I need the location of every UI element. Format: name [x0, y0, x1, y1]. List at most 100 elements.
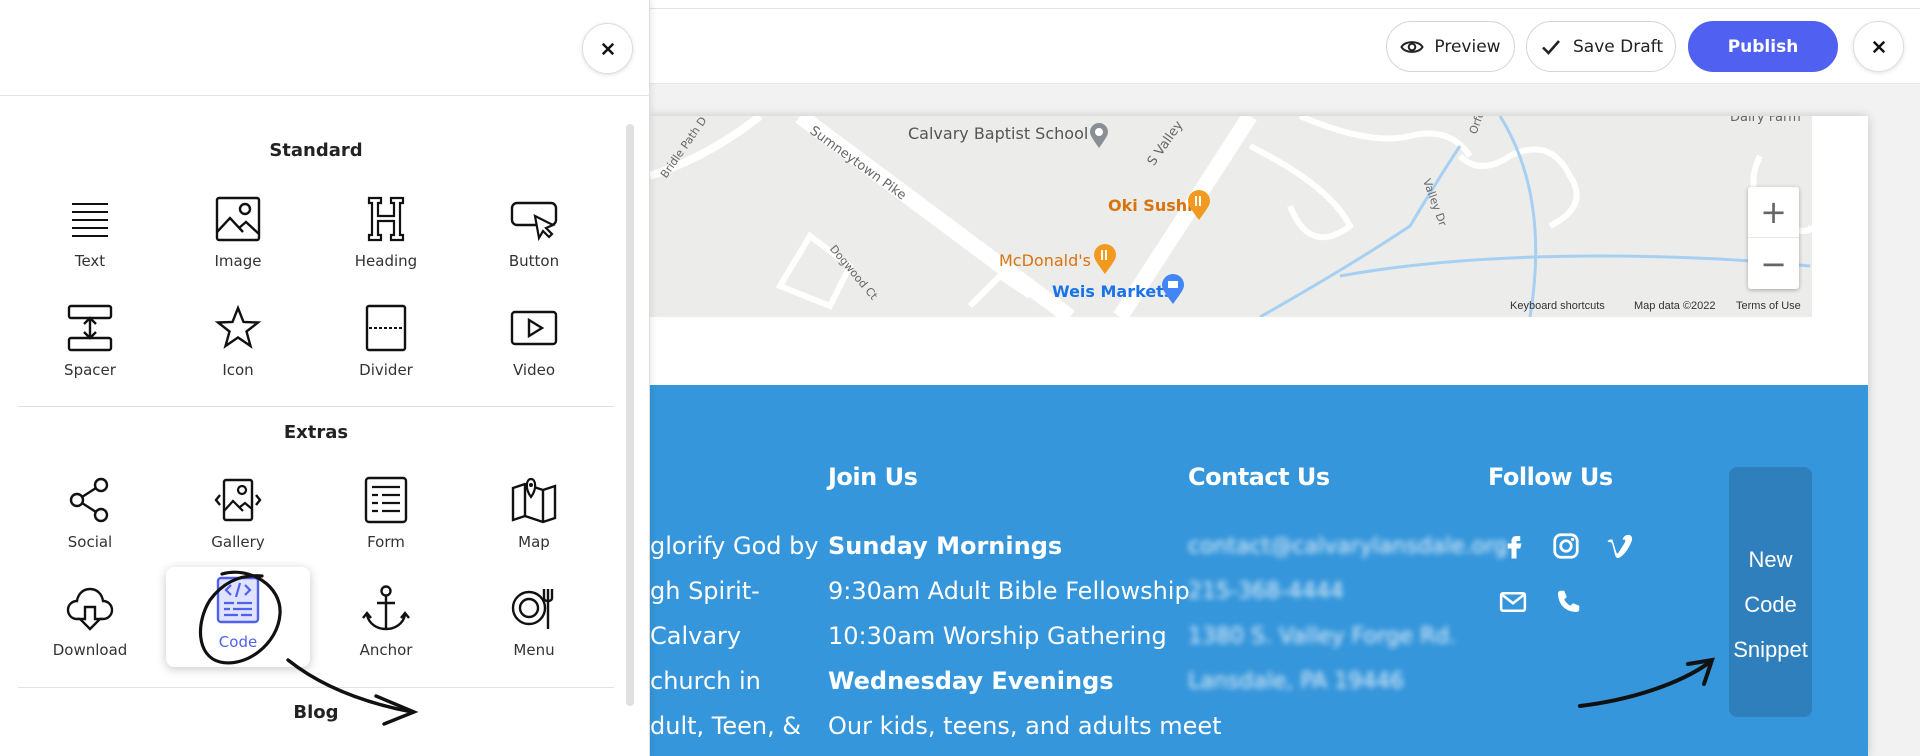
code-file-icon — [216, 576, 260, 624]
panel-scrollbar[interactable] — [626, 124, 634, 706]
shopping-pin-icon — [1162, 274, 1184, 304]
contact-us-heading: Contact Us — [1188, 463, 1330, 491]
check-icon — [1542, 39, 1560, 55]
wednesday-heading: Wednesday Evenings — [828, 667, 1114, 695]
gallery-icon — [214, 478, 262, 522]
close-icon — [601, 42, 614, 55]
block-code[interactable]: Code — [166, 567, 310, 667]
restaurant-pin-icon — [1094, 244, 1116, 274]
block-label: Map — [518, 533, 550, 551]
block-text[interactable]: Text — [18, 186, 162, 286]
contact-email: contact@calvarylansdale.org — [1188, 534, 1508, 559]
block-label: Icon — [222, 361, 254, 379]
block-gallery[interactable]: Gallery — [166, 467, 310, 567]
block-label: Divider — [359, 361, 413, 379]
block-button[interactable]: Button — [462, 186, 606, 286]
button-cursor-icon — [510, 201, 558, 242]
panel-header — [0, 0, 650, 96]
plate-utensils-icon — [511, 589, 554, 629]
anchor-icon — [362, 585, 410, 631]
map-label-mcdonalds: McDonald's — [999, 251, 1091, 270]
map-label-school: Calvary Baptist School — [908, 124, 1089, 143]
map-keyboard-shortcuts-link[interactable]: Keyboard shortcuts — [1510, 300, 1605, 312]
map-label-road: Dairy Farm — [1730, 116, 1801, 125]
email-icon[interactable] — [1498, 587, 1528, 621]
school-pin-icon — [1090, 123, 1108, 148]
map-zoom-out-button[interactable]: − — [1748, 238, 1799, 289]
map-icon — [511, 477, 557, 524]
site-footer — [650, 385, 1868, 756]
close-panel-button[interactable] — [582, 23, 633, 74]
block-social[interactable]: Social — [18, 467, 162, 567]
wednesday-schedule-line: Our kids, teens, and adults meet — [828, 712, 1222, 740]
standard-section-title: Standard — [269, 140, 363, 161]
block-spacer[interactable]: Spacer — [18, 295, 162, 395]
block-heading[interactable]: Heading — [314, 186, 458, 286]
share-icon — [69, 477, 109, 523]
block-icon[interactable]: Icon — [166, 295, 310, 395]
vimeo-icon[interactable] — [1605, 531, 1635, 565]
cloud-download-icon — [66, 587, 114, 631]
video-play-icon — [510, 310, 558, 346]
publish-button[interactable]: Publish — [1688, 21, 1838, 72]
block-label: Button — [508, 252, 560, 270]
block-video[interactable]: Video — [462, 295, 606, 395]
block-label: Anchor — [359, 641, 413, 659]
eye-icon — [1400, 40, 1425, 53]
block-anchor[interactable]: Anchor — [314, 575, 458, 675]
map-embed[interactable]: Sumneytown Pike S Valley Dogwood Ct Brid… — [650, 116, 1812, 317]
map-terms-link[interactable]: Terms of Use — [1736, 300, 1801, 312]
sunday-schedule-line: 10:30am Worship Gathering — [828, 622, 1167, 650]
block-label: Menu — [513, 641, 555, 659]
map-zoom-controls: + − — [1748, 187, 1799, 289]
about-text-line: Calvary — [650, 622, 742, 650]
contact-address: Lansdale, PA 19446 — [1188, 669, 1405, 694]
map-label-weis: Weis Markets — [1052, 282, 1174, 301]
block-menu[interactable]: Menu — [462, 575, 606, 675]
section-divider — [18, 406, 614, 407]
block-form[interactable]: Form — [314, 467, 458, 567]
join-us-heading: Join Us — [828, 463, 918, 491]
close-editor-button[interactable] — [1853, 21, 1904, 72]
block-label: Social — [67, 533, 113, 551]
facebook-icon[interactable] — [1499, 531, 1529, 565]
close-icon — [1872, 40, 1885, 53]
about-text-line: church in — [650, 667, 761, 695]
map-data-attribution: Map data ©2022 — [1634, 300, 1716, 312]
preview-button[interactable]: Preview — [1386, 21, 1515, 72]
snippet-text-line: New — [1748, 547, 1793, 572]
block-label: Form — [367, 533, 405, 551]
section-divider — [18, 687, 614, 688]
snippet-text-line: Snippet — [1733, 637, 1808, 662]
instagram-icon[interactable] — [1551, 531, 1581, 565]
block-download[interactable]: Download — [18, 575, 162, 675]
sunday-schedule-line: 9:30am Adult Bible Fellowship — [828, 577, 1190, 605]
blog-section-title: Blog — [293, 702, 339, 723]
block-label: Video — [512, 361, 556, 379]
block-label: Code — [218, 633, 258, 651]
block-map[interactable]: Map — [462, 467, 606, 567]
new-code-snippet-block[interactable]: New Code Snippet — [1729, 467, 1812, 717]
block-label: Gallery — [211, 533, 265, 551]
block-divider[interactable]: Divider — [314, 295, 458, 395]
contact-phone: 215-368-4444 — [1188, 579, 1344, 604]
about-text-line: glorify God by — [650, 532, 819, 560]
block-image[interactable]: Image — [166, 186, 310, 286]
sunday-heading: Sunday Mornings — [828, 532, 1063, 560]
map-zoom-in-button[interactable]: + — [1748, 187, 1799, 238]
block-label: Text — [74, 252, 106, 270]
save-draft-label: Save Draft — [1573, 36, 1663, 57]
add-block-panel: Standard Text Image Heading Button Space… — [0, 0, 650, 756]
about-text-line: dult, Teen, & — [650, 712, 802, 740]
form-icon — [364, 476, 408, 524]
snippet-text-line: Code — [1744, 592, 1797, 617]
block-label: Heading — [354, 252, 418, 270]
block-label: Image — [214, 252, 262, 270]
follow-us-heading: Follow Us — [1488, 463, 1613, 491]
spacer-icon — [67, 304, 113, 352]
star-icon — [214, 304, 262, 349]
restaurant-pin-icon — [1188, 190, 1210, 220]
phone-icon[interactable] — [1553, 587, 1583, 621]
save-draft-button[interactable]: Save Draft — [1526, 21, 1676, 72]
preview-label: Preview — [1434, 36, 1501, 57]
